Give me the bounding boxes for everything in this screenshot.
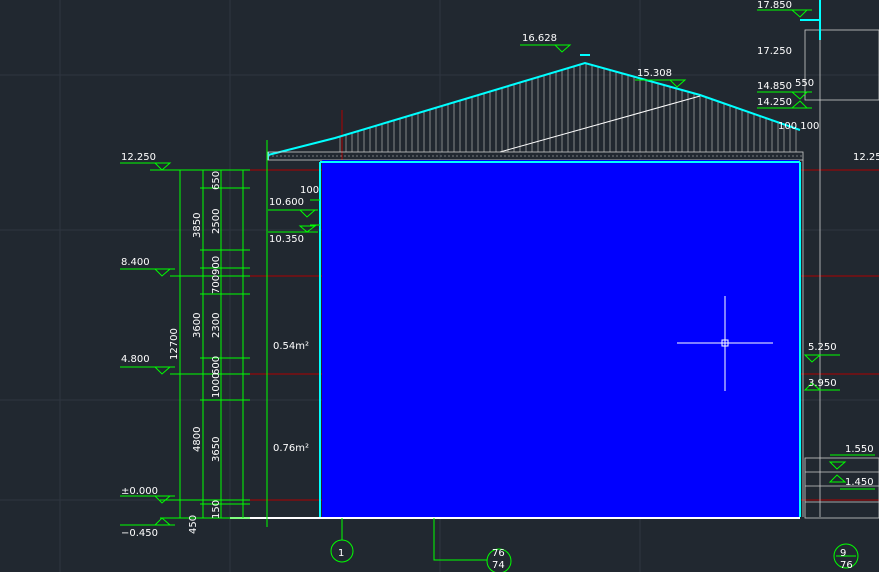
cad-drawing-canvas[interactable]: 17.850 17.250 16.628 15.308 14.850 14.25… (0, 0, 879, 572)
dim-100: 100 (300, 185, 319, 196)
axis-label-mid: 76 74 (492, 548, 505, 571)
elev-12250-left: 12.250 (121, 152, 156, 163)
wall-fill-region[interactable] (322, 160, 799, 517)
dim-100-100: 100 100 (778, 121, 819, 132)
dim-inner-650: 650 (211, 171, 222, 190)
elev-17850: 17.850 (757, 0, 792, 11)
dim-inner-2500: 2500 (211, 209, 222, 234)
dim-outer-4800: 4800 (192, 427, 203, 452)
elev-1450: 1.450 (845, 477, 874, 488)
area-upper: 0.54m² (273, 341, 309, 352)
area-lower: 0.76m² (273, 443, 309, 454)
elev-10350: 10.350 (269, 234, 304, 245)
elev-10600: 10.600 (269, 197, 304, 208)
elev-4800: 4.800 (121, 354, 150, 365)
roof-outline (267, 54, 801, 160)
elev-14850: 14.850 (757, 81, 792, 92)
dim-inner-150: 150 (211, 500, 222, 519)
dim-inner-1000: 1000 (211, 373, 222, 398)
roof-hatch (339, 63, 797, 152)
elev-12250-right: 12.25 (853, 152, 879, 163)
grid-bubbles (330, 518, 859, 572)
right-outline (800, 0, 821, 40)
dim-inner-2300: 2300 (211, 313, 222, 338)
elev-16628: 16.628 (522, 33, 557, 44)
dim-inner-700: 700 (211, 275, 222, 294)
axis-label-right: 9 76 (840, 548, 853, 571)
dim-inner-3650: 3650 (211, 437, 222, 462)
elev-15308: 15.308 (637, 68, 672, 79)
elev-14250: 14.250 (757, 97, 792, 108)
eave-band (267, 151, 804, 161)
dim-550: 550 (795, 78, 814, 89)
dim-outer-3850: 3850 (192, 213, 203, 238)
dim-outer-450: 450 (188, 515, 199, 534)
dim-inner-900: 900 (211, 256, 222, 275)
elev-1550: 1.550 (845, 444, 874, 455)
axis-label-1: 1 (338, 548, 344, 559)
elev-5250: 5.250 (808, 342, 837, 353)
dim-outer-3600: 3600 (192, 313, 203, 338)
dim-total-12700: 12700 (169, 328, 180, 360)
elev-8400: 8.400 (121, 257, 150, 268)
elev-17250: 17.250 (757, 46, 792, 57)
elev-3950: 3.950 (808, 378, 837, 389)
dim-inner-600: 600 (211, 356, 222, 375)
elev-0000: ±0.000 (121, 486, 158, 497)
elev-m0450: −0.450 (121, 528, 158, 539)
